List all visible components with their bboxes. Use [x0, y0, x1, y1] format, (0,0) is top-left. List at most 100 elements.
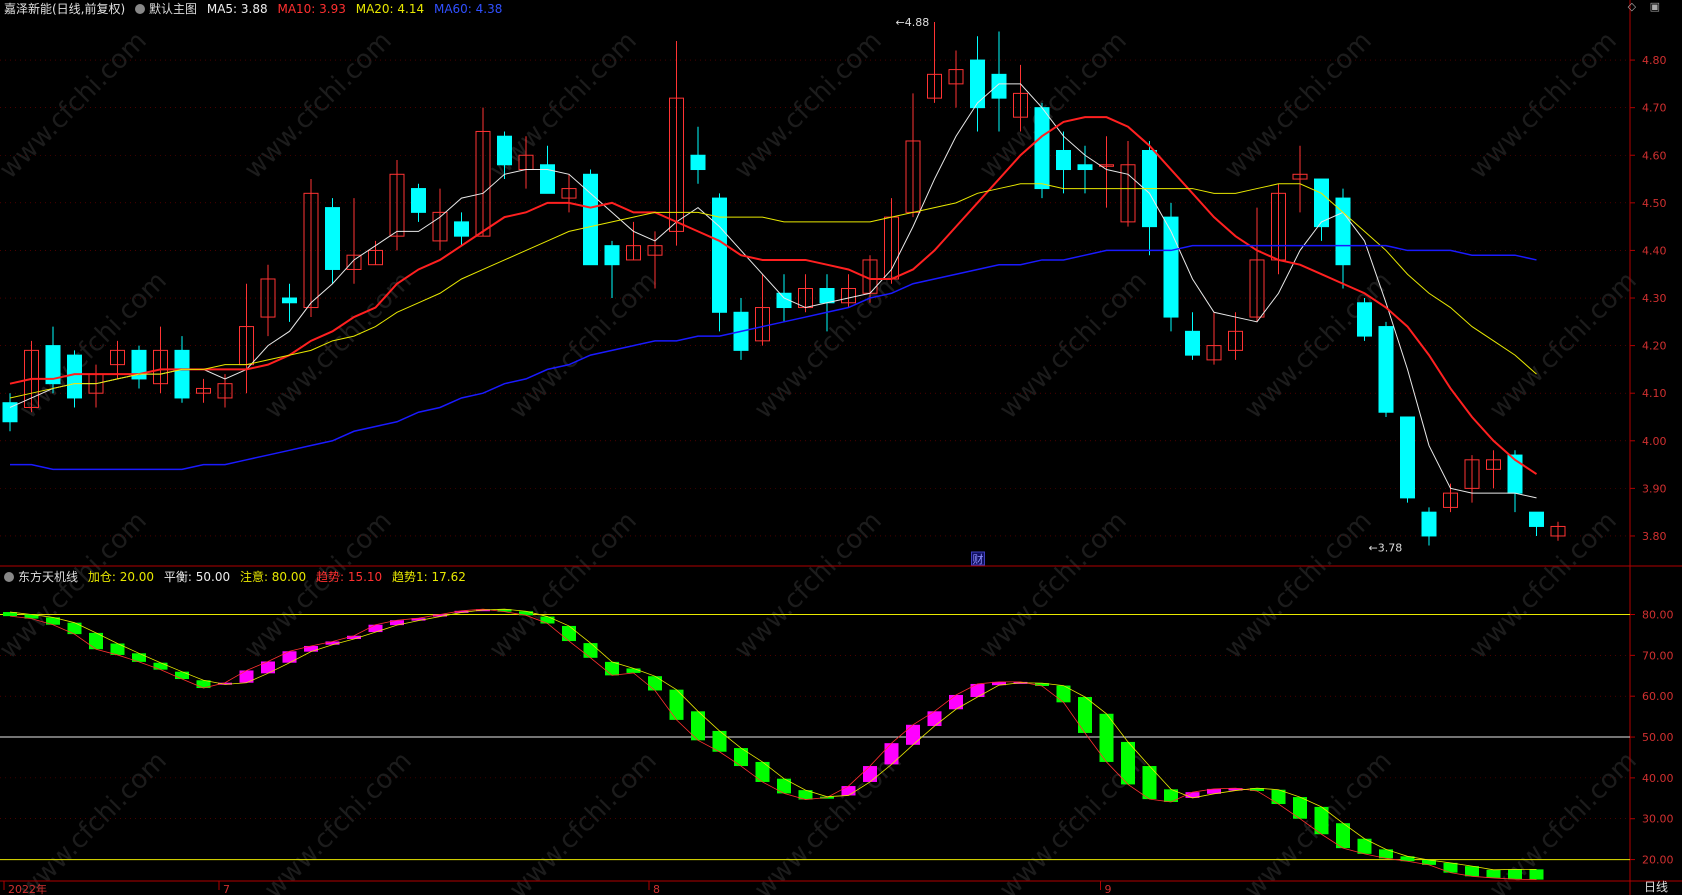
candle-down [991, 73, 1007, 99]
watermark-text: www.cfchi.com [259, 746, 418, 895]
window-icon[interactable]: ▣ [1650, 0, 1660, 13]
watermark-text: www.cfchi.com [14, 266, 173, 425]
price-tick-label: 3.90 [1642, 482, 1667, 495]
ma20-label: MA20: 4.14 [355, 2, 425, 16]
watermark-text: www.cfchi.com [729, 26, 888, 185]
watermark-text: www.cfchi.com [239, 506, 398, 665]
indicator-tick-label: 50.00 [1642, 731, 1674, 744]
indicator-bar-up [906, 724, 920, 745]
indicator-bar-down [1271, 789, 1286, 805]
diamond-icon[interactable]: ◇ [1628, 0, 1636, 13]
candle-down [497, 135, 512, 166]
price-tick-label: 4.20 [1642, 340, 1667, 353]
watermark-text: www.cfchi.com [0, 506, 153, 665]
main-price-chart[interactable]: ←4.88 ←3.78 财 [2, 16, 1566, 566]
candle-down [1529, 511, 1544, 527]
indicator-bar-down [755, 761, 770, 782]
time-tick-label: 2022年 [8, 882, 47, 895]
candle-down [1421, 511, 1437, 537]
main-chart-label-text: 默认主图 [149, 2, 198, 16]
indicator-bar-down [175, 671, 189, 680]
indicator-bullet-icon[interactable] [4, 572, 14, 582]
indicator-tick-label: 30.00 [1642, 813, 1674, 826]
price-tick-label: 3.80 [1642, 530, 1667, 543]
watermark-text: www.cfchi.com [974, 506, 1133, 665]
time-tick-label: 7 [223, 883, 230, 895]
top-right-toolbar: ◇ ▣ [1618, 0, 1660, 13]
indicator-bar-down [1465, 866, 1479, 877]
indicator-tick-label: 20.00 [1642, 854, 1674, 867]
watermark-text: www.cfchi.com [749, 746, 908, 895]
watermark-text: www.cfchi.com [1464, 26, 1623, 185]
candle-down [325, 207, 340, 270]
watermark-text: www.cfchi.com [239, 26, 398, 185]
price-tick-label: 4.40 [1642, 244, 1667, 257]
candle-down [1185, 330, 1200, 356]
period-tab[interactable]: 日线 [1644, 878, 1668, 895]
settings-bullet-icon[interactable] [135, 4, 146, 14]
watermark-text: www.cfchi.com [14, 746, 173, 895]
watermark-text: www.cfchi.com [1219, 26, 1378, 185]
indicator-bar-down [648, 676, 662, 691]
candle-down [970, 59, 985, 109]
price-tick-label: 4.70 [1642, 102, 1667, 115]
zhuyi-label: 注意: 80.00 [239, 570, 307, 584]
indicator-bar-down [1486, 869, 1501, 878]
indicator-bar-down [626, 668, 641, 673]
candle-down [1056, 149, 1071, 171]
price-tick-label: 4.10 [1642, 387, 1667, 400]
candle-down [690, 154, 706, 171]
indicator-title[interactable]: 东方天机线 [4, 570, 78, 584]
indicator-tick-label: 70.00 [1642, 649, 1674, 662]
candle-down [1400, 416, 1415, 499]
indicator-bar-down [153, 662, 168, 670]
ma60-label: MA60: 4.38 [433, 2, 503, 16]
watermark-text: www.cfchi.com [994, 266, 1153, 425]
indicator-bar-up [927, 711, 942, 727]
indicator-bar-down [540, 616, 555, 624]
watermark-text: www.cfchi.com [484, 506, 643, 665]
indicator-bar-down [1529, 869, 1544, 880]
watermark-text: www.cfchi.com [1484, 266, 1643, 425]
indicator-bar-down [605, 661, 619, 676]
price-tick-label: 4.80 [1642, 54, 1667, 67]
indicator-tick-label: 80.00 [1642, 609, 1674, 622]
main-chart-header: 嘉泽新能(日线,前复权) 默认主图 MA5: 3.88 MA10: 3.93 M… [4, 0, 508, 17]
candle-down [583, 173, 598, 266]
main-chart-label[interactable]: 默认主图 [135, 2, 197, 16]
jiacang-label: 加仓: 20.00 [87, 570, 155, 584]
watermark-text: www.cfchi.com [1239, 266, 1398, 425]
indicator-bar-down [562, 625, 576, 642]
watermark-text: www.cfchi.com [0, 26, 153, 185]
stock-chart[interactable]: www.cfchi.com www.cfchi.com www.cfchi.com w… [0, 0, 1682, 895]
qushi-label: 趋势: 15.10 [315, 570, 383, 584]
watermark-text: www.cfchi.com [504, 746, 663, 895]
candle-down [1077, 164, 1093, 171]
watermark-text: www.cfchi.com [1464, 506, 1623, 665]
candle-down [1378, 326, 1394, 413]
indicator-bar-down [583, 643, 598, 658]
candle-down [67, 354, 82, 399]
indicator-bar-down [712, 730, 727, 752]
watermark-text: www.cfchi.com [1484, 746, 1643, 895]
watermark-text: www.cfchi.com [259, 266, 418, 425]
ma5-label: MA5: 3.88 [206, 2, 268, 16]
indicator-bar-up [841, 786, 856, 796]
watermark-text: www.cfchi.com [729, 506, 888, 665]
indicator-bar-up [884, 743, 899, 765]
pingheng-label: 平衡: 50.00 [163, 570, 231, 584]
indicator-bar-down [1121, 741, 1135, 785]
stock-title: 嘉泽新能(日线,前复权) [4, 2, 126, 16]
candle-down [411, 188, 426, 213]
time-tick-label: 9 [1105, 883, 1112, 895]
indicator-bar-up [863, 766, 877, 782]
candle-down [1034, 107, 1050, 190]
indicator-bar-up [949, 694, 963, 710]
indicator-bar-down [1078, 697, 1092, 733]
watermark-text: www.cfchi.com [504, 266, 663, 425]
indicator-bar-up [368, 624, 383, 633]
indicator-tick-label: 60.00 [1642, 690, 1674, 703]
candle-down [174, 349, 190, 399]
candle-down [712, 197, 727, 313]
price-tick-label: 4.00 [1642, 435, 1667, 448]
